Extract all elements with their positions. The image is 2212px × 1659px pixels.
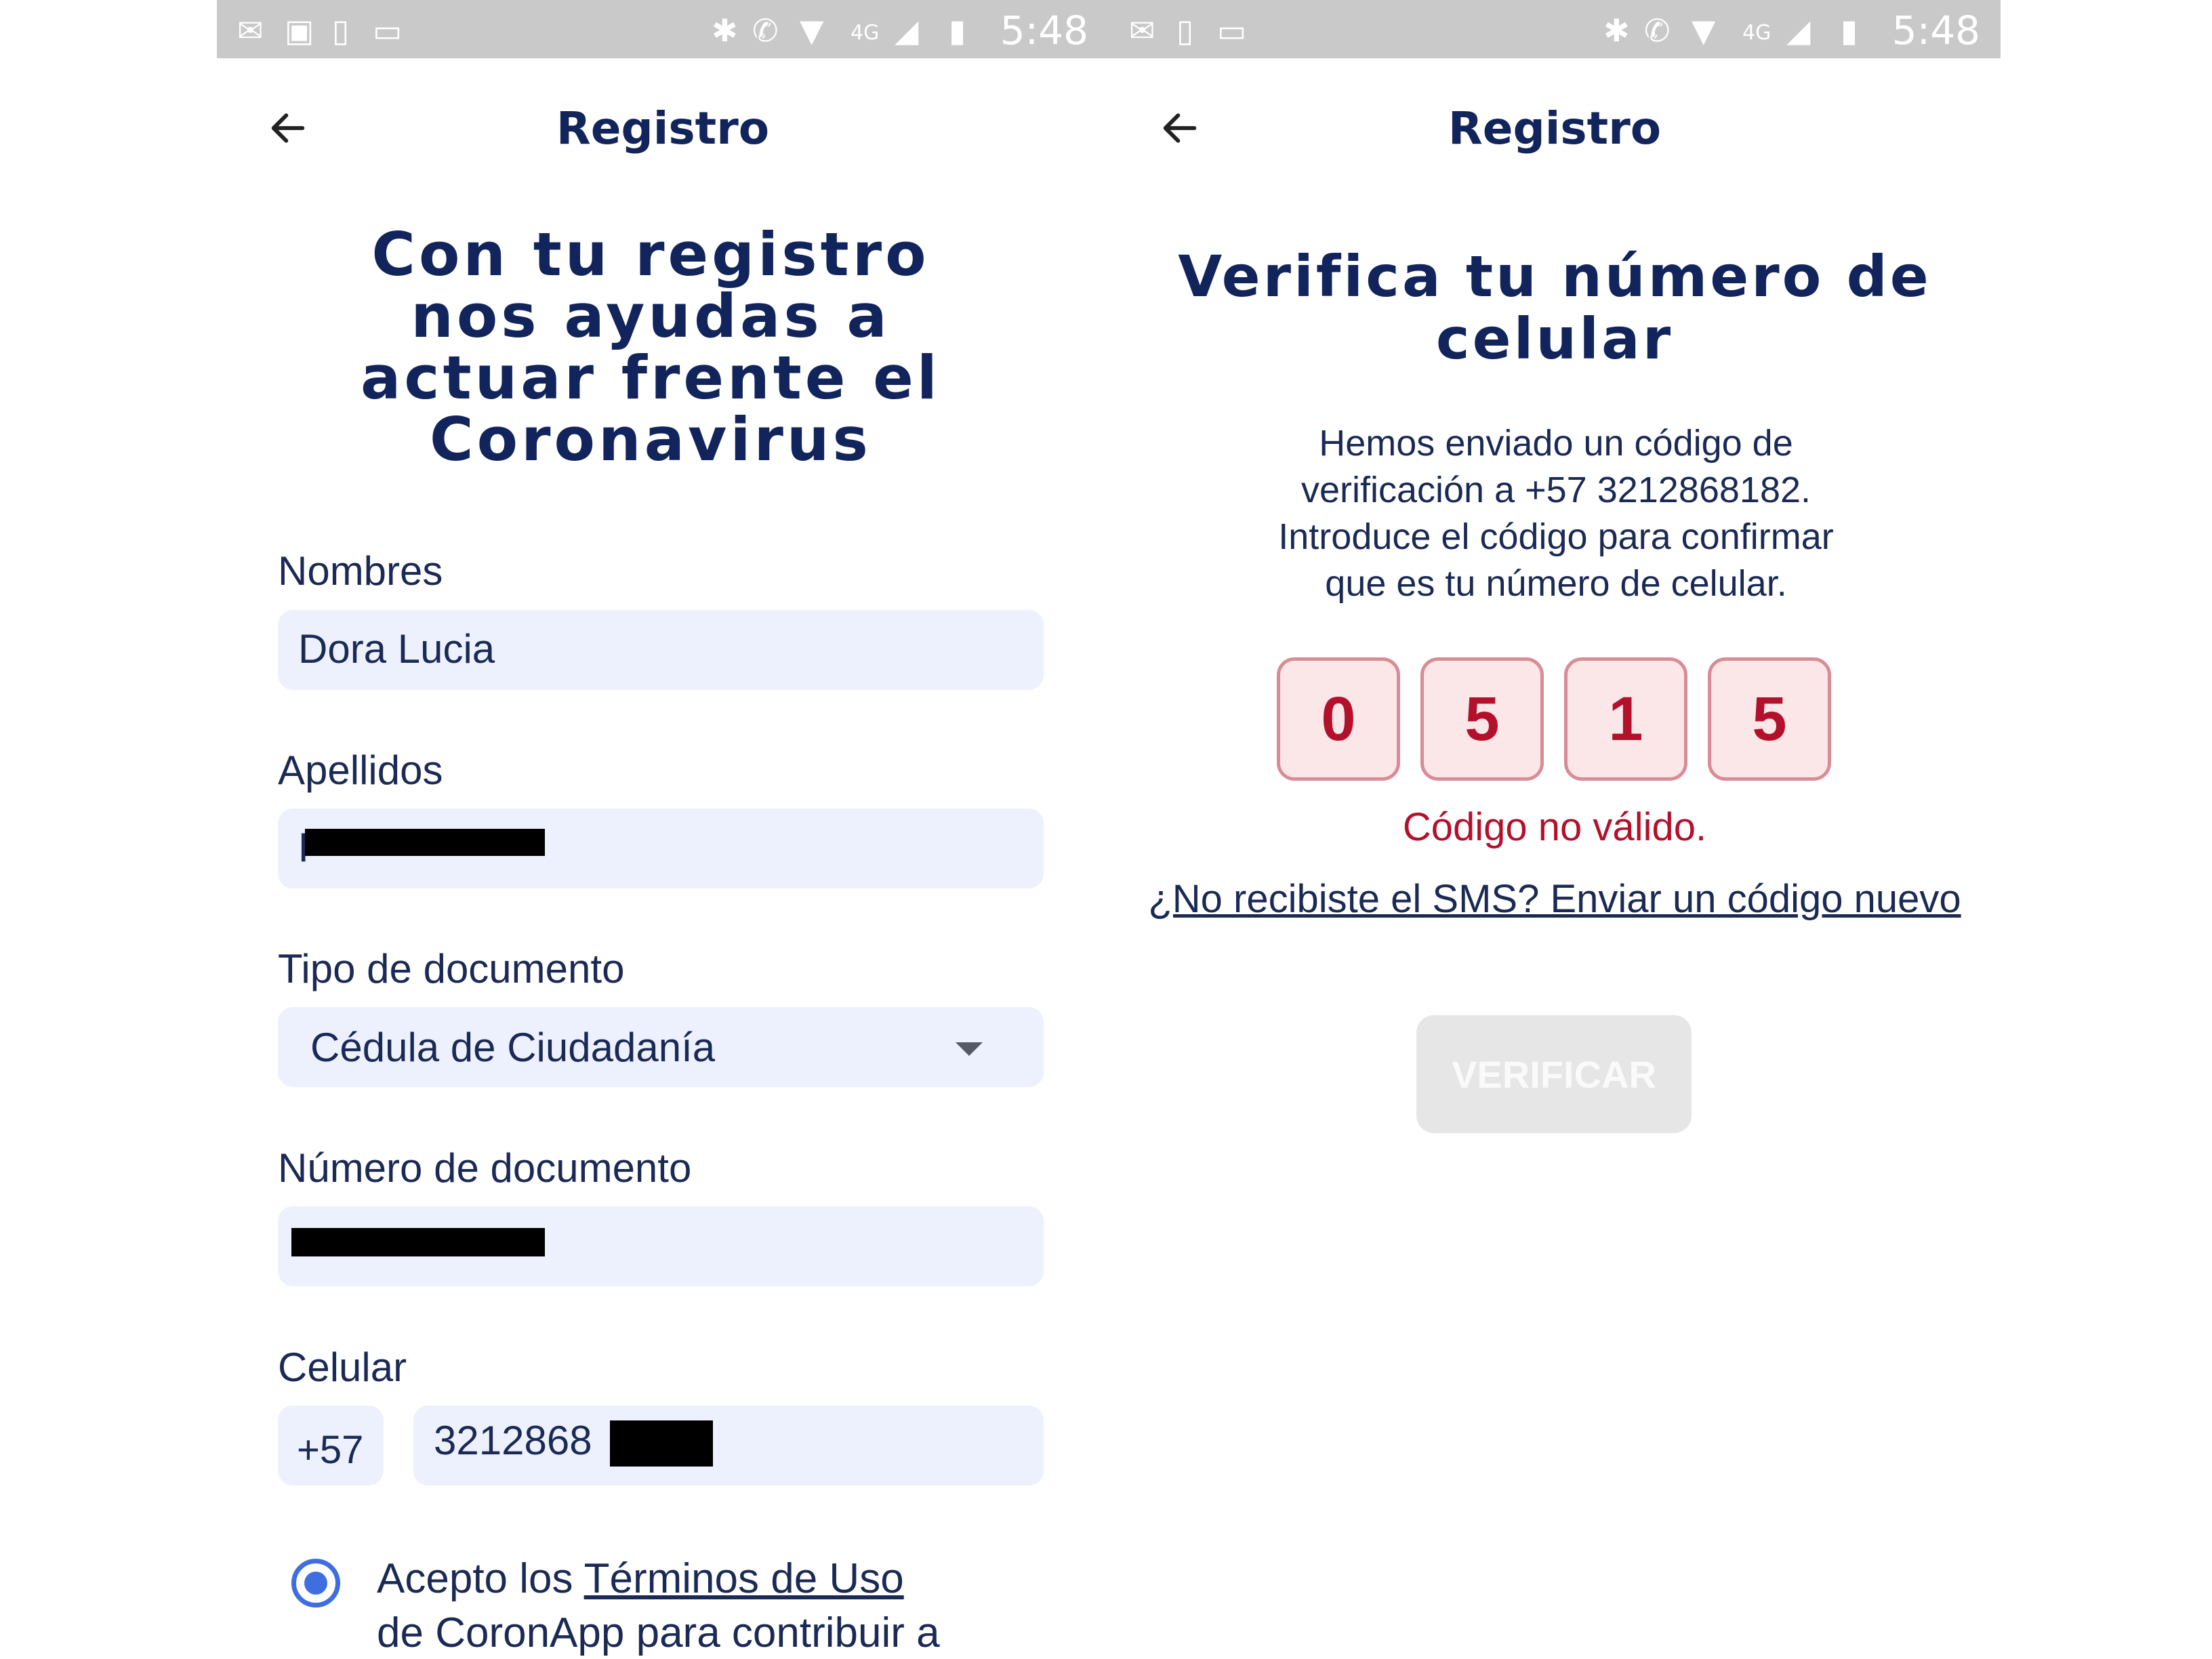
- terms-text: Acepto los Términos de Uso de CoronApp p…: [377, 1552, 1095, 1659]
- dropdown-arrow-icon: [956, 1042, 983, 1056]
- mail-icon: ✉: [237, 12, 264, 49]
- wifi-calling-icon: ✆: [752, 12, 779, 49]
- signal-icon: ◢: [895, 12, 919, 49]
- signal-icon: ◢: [1786, 12, 1811, 49]
- headline-line: Coronavirus: [430, 405, 872, 474]
- phone-label: Celular: [278, 1345, 407, 1390]
- code-digit-input[interactable]: 1: [1564, 657, 1687, 781]
- terms-of-use-link[interactable]: Términos de Uso: [584, 1555, 904, 1602]
- headline-line: celular: [1435, 306, 1674, 372]
- wifi-calling-icon: ✆: [1644, 12, 1671, 49]
- network-type: 4G: [851, 21, 880, 45]
- document-type-label: Tipo de documento: [278, 946, 625, 991]
- battery-icon: ▮: [949, 12, 966, 49]
- document-type-value: Cédula de Ciudadanía: [310, 1025, 716, 1070]
- code-digit-input[interactable]: 5: [1708, 657, 1831, 781]
- surnames-input[interactable]: P: [278, 808, 1044, 888]
- description-line: que es tu número de celular.: [1325, 563, 1787, 604]
- names-input[interactable]: Dora Lucia: [278, 610, 1044, 690]
- phone-value: 3212868: [434, 1418, 592, 1463]
- verification-description: Hemos enviado un código de verificación …: [1170, 420, 1942, 607]
- registration-headline: Con tu registro nos ayudas a actuar fren…: [264, 224, 1037, 470]
- redaction-bar: [610, 1420, 713, 1467]
- wifi-icon: ▼: [1692, 12, 1716, 49]
- code-digit-input[interactable]: 0: [1277, 657, 1400, 781]
- terms-radio-button[interactable]: [291, 1559, 340, 1607]
- headline-line: actuar frente el: [361, 343, 941, 413]
- laptop-icon: ▭: [1217, 12, 1247, 49]
- verification-headline: Verifica tu número de celular: [1136, 245, 1973, 370]
- page-title: Registro: [1448, 102, 1662, 155]
- app-bar: Registro: [1109, 58, 2001, 201]
- app-bar: Registro: [217, 58, 1109, 201]
- registration-screen: ✉ ▣ ▯ ▭ ✱ ✆ ▼ 4G ◢ ▮ 5:48 Registro Con t…: [217, 0, 1109, 1659]
- terms-prefix: Acepto los: [377, 1555, 584, 1602]
- verify-button[interactable]: VERIFICAR: [1416, 1015, 1692, 1133]
- headline-line: nos ayudas a: [411, 281, 890, 351]
- status-bar: ✉ ▣ ▯ ▭ ✱ ✆ ▼ 4G ◢ ▮ 5:48: [217, 0, 1109, 58]
- mail-icon: ✉: [1129, 12, 1155, 49]
- redaction-bar: [305, 829, 545, 856]
- names-value: Dora Lucia: [298, 626, 495, 672]
- description-line: Hemos enviado un código de: [1319, 423, 1793, 464]
- phone-icon: ▯: [1176, 12, 1194, 49]
- document-number-input[interactable]: [278, 1206, 1044, 1286]
- surnames-label: Apellidos: [278, 747, 443, 793]
- headline-line: Con tu registro: [371, 220, 930, 289]
- battery-icon: ▮: [1841, 12, 1858, 49]
- wifi-icon: ▼: [800, 12, 824, 49]
- redaction-bar: [291, 1228, 545, 1256]
- laptop-icon: ▭: [373, 12, 403, 49]
- network-type: 4G: [1742, 21, 1771, 45]
- description-line: verificación a +57 3212868182.: [1300, 470, 1811, 510]
- status-time: 5:48: [1000, 7, 1088, 54]
- bluetooth-icon: ✱: [1603, 12, 1630, 49]
- resend-code-link[interactable]: ¿No recibiste el SMS? Enviar un código n…: [1109, 876, 2001, 923]
- terms-suffix: de CoronApp para contribuir a: [377, 1610, 940, 1656]
- phone-input[interactable]: 3212868: [413, 1406, 1044, 1486]
- country-code-value: +57: [297, 1428, 364, 1472]
- document-type-select[interactable]: Cédula de Ciudadanía: [278, 1007, 1044, 1087]
- status-time: 5:48: [1891, 7, 1980, 54]
- document-number-label: Número de documento: [278, 1145, 692, 1191]
- description-line: Introduce el código para confirmar: [1278, 516, 1834, 557]
- page-title: Registro: [556, 102, 770, 155]
- status-bar: ✉ ▯ ▭ ✱ ✆ ▼ 4G ◢ ▮ 5:48: [1109, 0, 2001, 58]
- code-digit-input[interactable]: 5: [1420, 657, 1544, 781]
- image-icon: ▣: [285, 12, 314, 49]
- bluetooth-icon: ✱: [712, 12, 738, 49]
- verification-screen: ✉ ▯ ▭ ✱ ✆ ▼ 4G ◢ ▮ 5:48 Registro Verific…: [1109, 0, 2001, 1659]
- headline-line: Verifica tu número de: [1178, 243, 1931, 310]
- names-label: Nombres: [278, 548, 443, 594]
- country-code-field[interactable]: +57: [278, 1406, 384, 1486]
- phone-icon: ▯: [332, 12, 350, 49]
- error-message: Código no válido.: [1402, 805, 1707, 849]
